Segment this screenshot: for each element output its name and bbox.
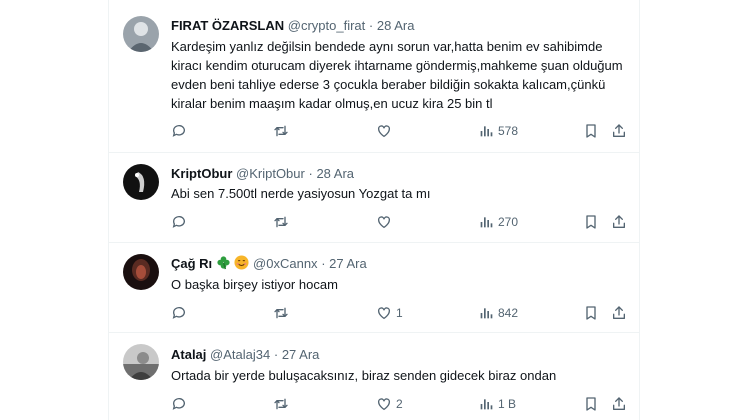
share-button[interactable] xyxy=(611,303,627,323)
display-name[interactable]: KriptObur xyxy=(171,166,232,181)
display-name[interactable]: FIRAT ÖZARSLAN xyxy=(171,18,284,33)
reply-icon xyxy=(172,398,185,410)
reply-button[interactable] xyxy=(171,212,191,232)
timestamp[interactable]: 27 Ara xyxy=(329,256,367,271)
action-bar: 578 xyxy=(171,121,631,141)
retweet-icon xyxy=(274,307,288,319)
like-button[interactable] xyxy=(376,212,396,232)
timestamp[interactable]: 28 Ara xyxy=(377,18,415,33)
timestamp[interactable]: 28 Ara xyxy=(316,166,354,181)
tweet[interactable]: FIRAT ÖZARSLAN @crypto_firat · 28 Ara Ka… xyxy=(109,0,639,153)
like-count: 2 xyxy=(396,397,403,411)
views-icon xyxy=(480,217,493,228)
bookmark-icon xyxy=(586,397,596,411)
bookmark-icon xyxy=(586,215,596,229)
views-icon xyxy=(480,399,493,410)
like-button[interactable]: 2 xyxy=(376,394,403,414)
heart-icon xyxy=(378,125,390,138)
views-button[interactable]: 842 xyxy=(478,303,518,323)
reply-button[interactable] xyxy=(171,303,191,323)
tweet[interactable]: KriptObur @KriptObur · 28 Ara Abi sen 7.… xyxy=(109,152,639,243)
handle[interactable]: @Atalaj34 xyxy=(210,347,270,362)
bookmark-button[interactable] xyxy=(583,394,599,414)
handle[interactable]: @crypto_firat xyxy=(288,18,366,33)
heart-icon xyxy=(378,398,390,411)
retweet-button[interactable] xyxy=(273,121,293,141)
display-name[interactable]: Çağ Rı xyxy=(171,256,212,271)
reply-icon xyxy=(172,307,185,319)
view-count: 578 xyxy=(498,124,519,138)
retweet-icon xyxy=(274,125,288,137)
action-bar: 2 1 B xyxy=(171,394,631,414)
bookmark-button[interactable] xyxy=(583,212,599,232)
tweet-text: Kardeşim yanlız değilsin bendede aynı so… xyxy=(171,39,623,111)
tweet[interactable]: Atalaj @Atalaj34 · 27 Ara Ortada bir yer… xyxy=(109,332,639,420)
display-name[interactable]: Atalaj xyxy=(171,347,206,362)
share-icon xyxy=(613,306,625,319)
separator: · xyxy=(368,18,374,33)
share-button[interactable] xyxy=(611,394,627,414)
view-count: 842 xyxy=(498,306,519,320)
share-button[interactable] xyxy=(611,121,627,141)
share-icon xyxy=(613,215,625,228)
views-button[interactable]: 578 xyxy=(478,121,518,141)
view-count: 270 xyxy=(498,215,519,229)
retweet-button[interactable] xyxy=(273,212,293,232)
views-icon xyxy=(480,126,493,137)
bookmark-icon xyxy=(586,124,596,138)
share-icon xyxy=(613,397,625,410)
bookmark-icon xyxy=(586,306,596,320)
avatar[interactable] xyxy=(123,16,159,52)
view-count: 1 B xyxy=(498,397,517,411)
action-bar: 270 xyxy=(171,212,631,232)
heart-icon xyxy=(378,307,390,320)
separator: · xyxy=(273,347,279,362)
reply-icon xyxy=(172,125,185,137)
retweet-icon xyxy=(274,398,288,410)
bookmark-button[interactable] xyxy=(583,303,599,323)
clover-icon xyxy=(216,255,231,275)
reply-button[interactable] xyxy=(171,121,191,141)
timestamp[interactable]: 27 Ara xyxy=(282,347,320,362)
like-count: 1 xyxy=(396,306,403,320)
avatar[interactable] xyxy=(123,164,159,200)
reply-button[interactable] xyxy=(171,394,191,414)
separator: · xyxy=(308,166,313,181)
views-button[interactable]: 1 B xyxy=(478,394,516,414)
retweet-button[interactable] xyxy=(273,303,293,323)
share-button[interactable] xyxy=(611,212,627,232)
tweet[interactable]: Çağ Rı @0xCannx · 27 Ara O başka birşey … xyxy=(109,242,639,333)
action-bar: 1 842 xyxy=(171,303,631,323)
handle[interactable]: @0xCannx xyxy=(253,256,318,271)
like-button[interactable] xyxy=(376,121,396,141)
heart-icon xyxy=(378,216,390,229)
like-button[interactable]: 1 xyxy=(376,303,403,323)
handle[interactable]: @KriptObur xyxy=(236,166,305,181)
separator: · xyxy=(321,256,326,271)
timeline: FIRAT ÖZARSLAN @crypto_firat · 28 Ara Ka… xyxy=(108,0,640,420)
avatar[interactable] xyxy=(123,254,159,290)
retweet-icon xyxy=(274,216,288,228)
tweet-text: Abi sen 7.500tl nerde yasiyosun Yozgat t… xyxy=(171,186,431,201)
views-button[interactable]: 270 xyxy=(478,212,518,232)
retweet-button[interactable] xyxy=(273,394,293,414)
smiling-face-icon xyxy=(234,255,249,275)
views-icon xyxy=(480,308,493,319)
tweet-text: O başka birşey istiyor hocam xyxy=(171,277,338,292)
bookmark-button[interactable] xyxy=(583,121,599,141)
reply-icon xyxy=(172,216,185,228)
tweet-text: Ortada bir yerde buluşacaksınız, biraz s… xyxy=(171,368,557,383)
share-icon xyxy=(613,124,625,137)
avatar[interactable] xyxy=(123,344,159,380)
